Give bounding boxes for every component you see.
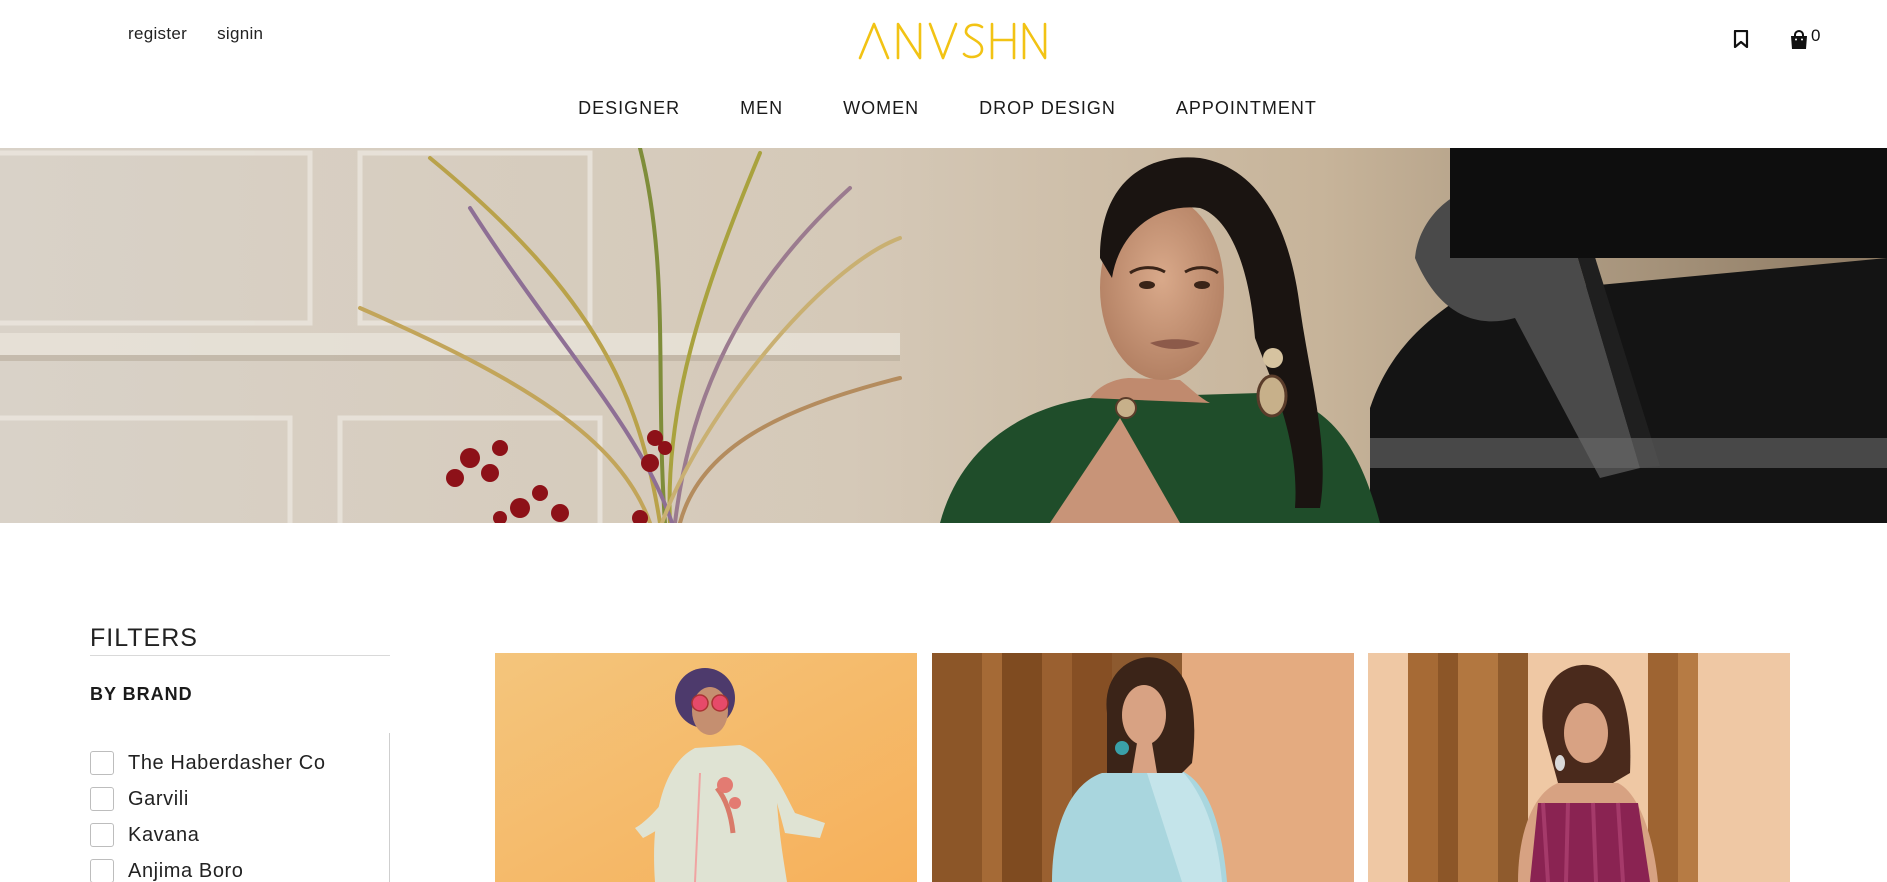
main-nav: DESIGNER MEN WOMEN DROP DESIGN APPOINTME…	[0, 98, 1887, 119]
brand-checkbox[interactable]	[90, 823, 114, 847]
hero-banner	[0, 148, 1887, 523]
brand-filter-item[interactable]: The Haberdasher Co	[90, 745, 389, 781]
filters-title: FILTERS	[90, 624, 390, 656]
brand-label: The Haberdasher Co	[128, 751, 326, 774]
account-links: register signin	[128, 24, 263, 44]
nav-item-women[interactable]: WOMEN	[843, 98, 919, 119]
cart-button[interactable]: 0	[1789, 26, 1820, 55]
header-icons: 0	[1733, 26, 1820, 55]
nav-item-drop-design[interactable]: DROP DESIGN	[979, 98, 1116, 119]
signin-link[interactable]: signin	[217, 24, 263, 44]
bookmark-icon[interactable]	[1733, 29, 1749, 53]
brand-checkbox[interactable]	[90, 751, 114, 775]
cart-count: 0	[1811, 26, 1821, 45]
brand-filter-item[interactable]: Anjima Boro	[90, 853, 389, 882]
product-card-image[interactable]	[1368, 653, 1790, 882]
brand-filter-title: BY BRAND	[90, 684, 193, 704]
nav-item-appointment[interactable]: APPOINTMENT	[1176, 98, 1317, 119]
nav-item-men[interactable]: MEN	[740, 98, 783, 119]
brand-filter-item[interactable]: Kavana	[90, 817, 389, 853]
brand-checkbox[interactable]	[90, 859, 114, 882]
brand-logo[interactable]	[858, 18, 1048, 66]
brand-label: Anjima Boro	[128, 859, 244, 882]
nav-item-designer[interactable]: DESIGNER	[578, 98, 680, 119]
product-card-image[interactable]	[495, 653, 917, 882]
brand-filter-list[interactable]: The Haberdasher Co Garvili Kavana Anjima…	[90, 733, 390, 882]
product-card-image[interactable]	[932, 653, 1354, 882]
brand-checkbox[interactable]	[90, 787, 114, 811]
shopping-bag-icon	[1789, 29, 1809, 55]
brand-label: Kavana	[128, 823, 200, 846]
brand-label: Garvili	[128, 787, 189, 810]
filters-panel: FILTERS BY BRAND The Haberdasher Co Garv…	[90, 624, 390, 882]
register-link[interactable]: register	[128, 24, 187, 44]
brand-filter-item[interactable]: Garvili	[90, 781, 389, 817]
